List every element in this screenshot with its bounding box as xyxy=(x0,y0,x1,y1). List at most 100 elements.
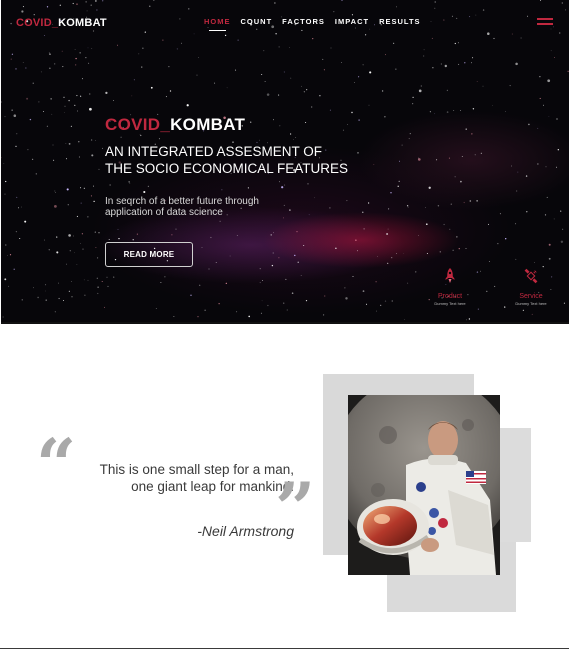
feature-product-title: Product xyxy=(437,293,463,300)
star xyxy=(43,111,45,113)
star xyxy=(533,262,535,264)
star xyxy=(525,175,528,177)
star xyxy=(22,62,24,63)
star xyxy=(102,147,103,149)
star xyxy=(26,97,29,100)
nav-item-factors[interactable]: FACTORS xyxy=(282,17,325,26)
star xyxy=(474,154,476,156)
star xyxy=(85,57,87,59)
star xyxy=(324,295,326,297)
star xyxy=(509,85,511,87)
nav-item-results[interactable]: RESULTS xyxy=(379,17,420,26)
star xyxy=(83,187,85,189)
star xyxy=(450,203,452,205)
star xyxy=(10,58,12,60)
star xyxy=(488,223,489,225)
star xyxy=(68,234,71,237)
star xyxy=(43,35,45,36)
star xyxy=(112,99,115,102)
star xyxy=(49,53,51,55)
star xyxy=(263,50,265,52)
star xyxy=(492,105,493,106)
quote-text: This is one small step for a man, one gi… xyxy=(64,461,294,495)
star xyxy=(120,136,122,138)
star xyxy=(557,149,559,151)
star xyxy=(270,234,272,236)
star xyxy=(417,158,421,161)
star xyxy=(105,91,108,95)
star xyxy=(207,27,209,28)
star xyxy=(193,33,195,35)
star xyxy=(418,235,419,236)
star xyxy=(83,279,85,281)
star xyxy=(363,228,365,230)
star xyxy=(29,118,32,121)
star xyxy=(199,284,201,286)
star xyxy=(186,104,189,107)
star xyxy=(475,14,477,16)
star xyxy=(58,297,60,300)
star xyxy=(469,200,472,202)
star xyxy=(470,62,473,64)
star xyxy=(247,187,250,189)
star xyxy=(505,238,507,240)
star xyxy=(54,190,56,192)
feature-service[interactable]: Service Dummy Text here xyxy=(506,268,556,306)
star xyxy=(397,185,399,187)
nav-item-count[interactable]: COUNT xyxy=(241,17,273,26)
star xyxy=(91,48,93,49)
star xyxy=(341,62,342,63)
read-more-button[interactable]: READ MORE xyxy=(105,242,193,267)
star xyxy=(80,187,82,189)
star xyxy=(322,58,324,60)
star xyxy=(190,294,192,296)
star xyxy=(236,311,238,313)
nav-item-home[interactable]: HOME xyxy=(204,17,231,31)
feature-product[interactable]: Product Dummy Text here xyxy=(425,268,475,306)
hero-section: COVID_KOMBAT HOME COUNT FACTORS IMPACT R… xyxy=(1,0,569,324)
star xyxy=(548,243,551,246)
star xyxy=(49,67,51,69)
star xyxy=(409,133,411,135)
nav-item-impact[interactable]: IMPACT xyxy=(335,17,369,26)
star xyxy=(294,254,296,257)
star xyxy=(547,79,551,83)
star xyxy=(136,233,138,235)
star xyxy=(82,248,84,250)
star xyxy=(550,50,552,52)
star xyxy=(259,268,261,270)
star xyxy=(54,311,56,313)
star xyxy=(215,262,217,263)
star xyxy=(273,232,274,234)
star xyxy=(550,28,552,30)
star xyxy=(208,268,210,270)
brand-logo[interactable]: COVID_KOMBAT xyxy=(16,17,107,29)
star xyxy=(384,116,386,118)
star xyxy=(141,66,143,68)
star xyxy=(97,292,99,295)
star xyxy=(65,142,67,144)
star xyxy=(218,303,220,305)
star xyxy=(384,54,387,56)
star xyxy=(66,188,69,191)
star xyxy=(296,230,298,233)
star xyxy=(77,110,78,112)
star xyxy=(281,186,284,189)
star xyxy=(303,91,305,93)
star xyxy=(480,152,482,154)
star xyxy=(250,121,252,123)
star xyxy=(548,257,551,260)
quote-line1: This is one small step for a man, xyxy=(99,462,294,477)
star xyxy=(75,64,77,66)
star xyxy=(323,314,325,316)
star xyxy=(357,250,359,252)
star xyxy=(204,309,206,311)
star xyxy=(266,93,270,96)
star xyxy=(539,76,541,78)
star xyxy=(46,6,49,8)
star xyxy=(94,231,96,233)
hamburger-menu-icon[interactable] xyxy=(537,18,553,28)
star xyxy=(93,200,95,203)
star xyxy=(448,157,450,159)
star xyxy=(235,69,237,71)
